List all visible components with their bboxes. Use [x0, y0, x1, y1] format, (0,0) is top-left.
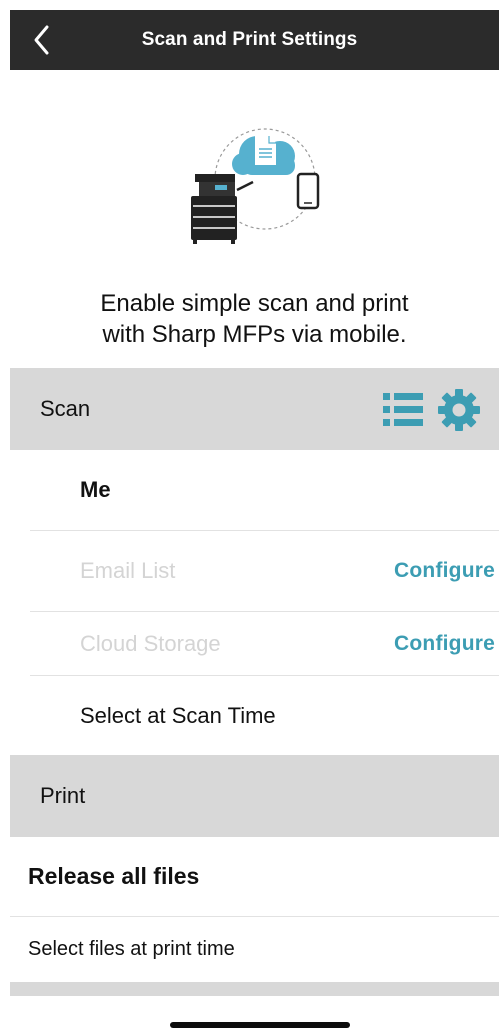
screen: Scan and Print Settings Enable simple sc… — [0, 0, 499, 1031]
next-section-header-partial — [10, 982, 499, 996]
print-option-label: Release all files — [28, 863, 200, 889]
scan-section-header: Scan — [10, 368, 499, 450]
chevron-left-icon — [34, 25, 49, 55]
scan-option-select-at-scan-time[interactable]: Select at Scan Time — [10, 676, 499, 755]
print-option-select-at-print-time[interactable]: Select files at print time — [10, 917, 499, 982]
navigation-bar: Scan and Print Settings — [10, 10, 499, 70]
print-option-release-all[interactable]: Release all files — [10, 837, 499, 916]
scan-section-title: Scan — [40, 396, 91, 421]
scan-option-email-list[interactable]: Email List Configure — [10, 531, 499, 611]
configure-email-list-button[interactable]: Configure — [394, 559, 495, 583]
list-icon — [383, 393, 423, 426]
home-indicator[interactable] — [170, 1022, 350, 1028]
tagline-line-2: with Sharp MFPs via mobile. — [102, 321, 407, 348]
mfp-cloud-phone-illustration — [191, 128, 320, 244]
scan-settings-button[interactable] — [437, 388, 481, 432]
configure-cloud-storage-button[interactable]: Configure — [394, 632, 495, 656]
tagline-line-1: Enable simple scan and print — [100, 290, 409, 317]
back-button[interactable] — [24, 22, 60, 58]
print-section-header: Print — [10, 755, 499, 837]
print-option-label: Select files at print time — [28, 938, 235, 960]
tagline: Enable simple scan and print with Sharp … — [10, 288, 499, 350]
scan-option-label: Email List — [80, 558, 176, 583]
scan-option-label: Me — [80, 477, 111, 502]
page-title: Scan and Print Settings — [141, 29, 358, 50]
gear-icon — [438, 389, 480, 431]
scan-option-me[interactable]: Me — [10, 450, 499, 530]
scan-option-cloud-storage[interactable]: Cloud Storage Configure — [10, 612, 499, 675]
scan-option-label: Select at Scan Time — [80, 702, 276, 728]
scan-list-button[interactable] — [381, 388, 425, 432]
scan-option-label: Cloud Storage — [80, 630, 221, 656]
scan-header-actions — [381, 388, 481, 432]
print-section-title: Print — [40, 783, 86, 808]
